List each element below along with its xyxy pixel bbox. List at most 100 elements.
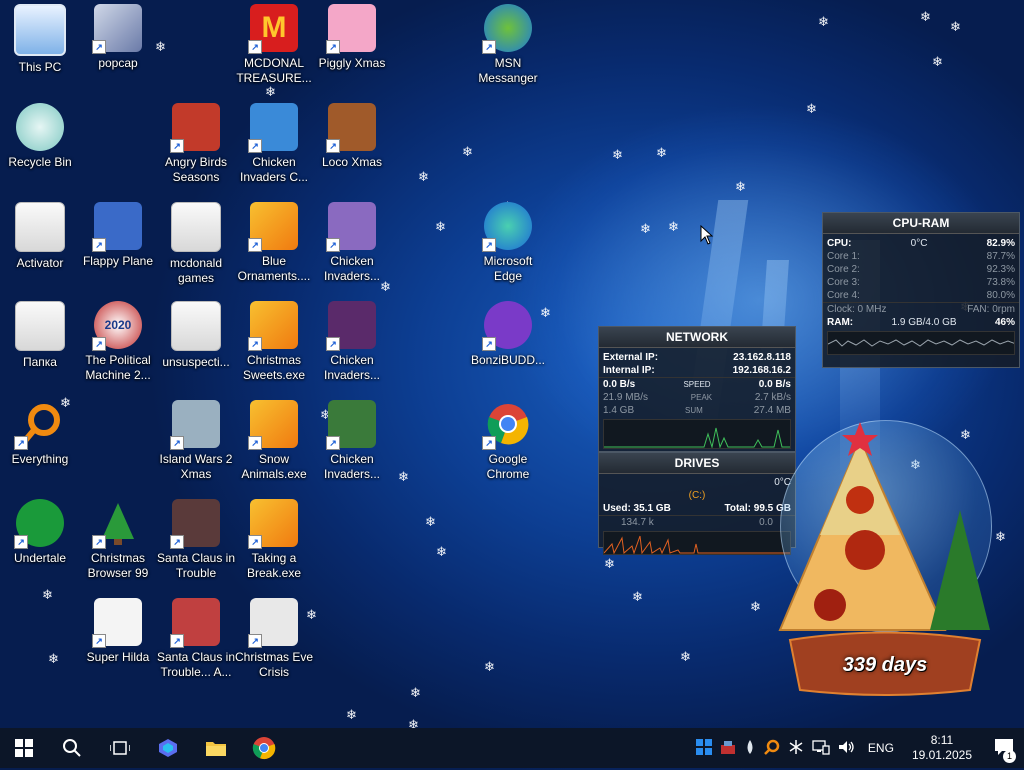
snowflake-icon: ❄ [640,221,651,236]
network-status-icon[interactable] [812,739,830,758]
snowflake-icon: ❄ [425,514,436,529]
shortcut-arrow-icon: ↗ [14,535,28,549]
desktop-icon-unsuspecting[interactable]: unsuspecti... [156,301,236,396]
bear-icon: ↗ [326,103,376,153]
msn-icon: ↗ [482,4,532,54]
desktop-icon-bonzibuddy[interactable]: ↗ BonziBUDD... [468,301,548,396]
drive-graph [603,531,791,555]
countdown-globe[interactable]: 339 days [770,400,1000,700]
desktop-icon-label: Activator [16,256,64,270]
tray-droplet-icon[interactable] [744,739,756,758]
snowflake-icon: ❄ [750,599,761,614]
everything-icon: ↗ [14,400,64,450]
volume-icon[interactable] [838,739,856,758]
start-button[interactable] [0,728,48,768]
snowflake-icon: ❄ [656,145,667,160]
core-value: 80.0% [986,290,1015,301]
desktop-icon-mcdonald-games[interactable]: mcdonald games [156,202,236,297]
desktop-icon-taking-a-break[interactable]: ↗ Taking a Break.exe [234,499,314,594]
folder-icon [206,742,226,756]
desktop-icon-christmas-sweets[interactable]: ↗ Christmas Sweets.exe [234,301,314,396]
clock-row: Clock: 0 MHz FAN: 0rpm [823,302,1019,316]
desktop-icon-loco-xmas[interactable]: ↗ Loco Xmas [312,103,392,198]
tray-snowflake-icon[interactable] [788,739,804,758]
search-button[interactable] [48,728,96,768]
desktop-icon-microsoft-edge[interactable]: ↗ Microsoft Edge [468,202,548,297]
desktop-icon-santa-claus-in-trouble[interactable]: ↗ Santa Claus in Trouble [156,499,236,594]
desktop-icon-undertale[interactable]: ↗ Undertale [0,499,80,594]
system-tray: ENG 8:11 19.01.2025 1 [692,728,1024,768]
snowman-icon: ↗ [248,103,298,153]
drive-io-row: 134.7 k 0.0 [599,515,795,529]
snowflake-icon: ❄ [484,659,495,674]
network-widget[interactable]: NETWORK External IP: 23.162.8.118 Interna… [598,326,796,452]
drives-widget[interactable]: DRIVES 0°C (C:) Used: 35.1 GB Total: 99.5… [598,452,796,555]
desktop-icon-christmas-eve-crisis[interactable]: ↗ Christmas Eve Crisis [234,598,314,693]
desktop-icon-label: Blue Ornaments.... [237,254,311,283]
desktop-icon-label: Christmas Browser 99 [87,551,149,580]
snowflake-icon: ❄ [48,651,59,666]
desktop-icon-recycle-bin[interactable]: Recycle Bin [0,103,80,198]
snowflake-icon: ❄ [410,685,421,700]
internal-ip-row: Internal IP: 192.168.16.2 [599,364,795,377]
desktop-icon-flappy-plane[interactable]: ↗ Flappy Plane [78,202,158,297]
desktop-icon-msn-messenger[interactable]: ↗ MSN Messanger [468,4,548,99]
drive-name-row: (C:) [599,489,795,502]
desktop-icon-chicken-invaders-3[interactable]: ↗ Chicken Invaders... [312,400,392,495]
tray-windows-icon[interactable] [695,738,712,758]
notification-badge: 1 [1003,749,1016,763]
drive-read: 134.7 k [621,517,654,528]
task-view-button[interactable] [96,728,144,768]
clock[interactable]: 8:11 19.01.2025 [908,733,976,763]
file-explorer-button[interactable] [192,728,240,768]
desktop-icon-label: Chicken Invaders... [323,452,381,481]
desktop-icon-popcap[interactable]: ↗ popcap [78,4,158,99]
shortcut-arrow-icon: ↗ [170,436,184,450]
snowflake-icon: ❄ [612,147,623,162]
copilot-button[interactable] [144,728,192,768]
tray-app-icon[interactable] [720,739,736,758]
folder-icon [15,301,65,351]
core-row: Core 3: 73.8% [823,276,1019,289]
desktop-icon-snow-animals[interactable]: ↗ Snow Animals.exe [234,400,314,495]
desktop-icon-angry-birds-seasons[interactable]: ↗ Angry Birds Seasons [156,103,236,198]
snowflake-icon: ❄ [806,101,817,116]
puzzle-icon: ↗ [248,301,298,351]
drive-used: Used: 35.1 GB [603,503,671,514]
speed-row: 0.0 B/s SPEED 0.0 B/s [599,377,795,391]
core-row: Core 4: 80.0% [823,289,1019,302]
desktop-icon-piggly-xmas[interactable]: ↗ Piggly Xmas [312,4,392,99]
shortcut-arrow-icon: ↗ [248,139,262,153]
puzzle-icon: ↗ [248,202,298,252]
desktop-icon-christmas-browser-99[interactable]: ↗ Christmas Browser 99 [78,499,158,594]
desktop-icon-chicken-invaders-c[interactable]: ↗ Chicken Invaders C... [234,103,314,198]
desktop-icon-google-chrome[interactable]: ↗ Google Chrome [468,400,548,495]
core-value: 92.3% [986,264,1015,275]
speed-down: 0.0 B/s [603,379,636,390]
desktop-icon-island-wars-2-xmas[interactable]: ↗ Island Wars 2 Xmas [156,400,236,495]
drive-graph-bars [604,535,790,554]
desktop-icon-political-machine[interactable]: 2020 ↗ The Political Machine 2... [78,301,158,396]
desktop-icon-everything[interactable]: ↗ Everything [0,400,80,495]
desktop-icon-label: This PC [18,60,62,74]
desktop-icon-activator[interactable]: Activator [0,202,80,297]
cpu-ram-widget[interactable]: CPU-RAM CPU: 0°C 82.9% Core 1: 87.7% Core… [822,212,1020,368]
tray-everything-icon[interactable] [764,739,780,758]
desktop-icon-blue-ornaments[interactable]: ↗ Blue Ornaments.... [234,202,314,297]
peak-row: 21.9 MB/s PEAK 2.7 kB/s [599,391,795,404]
desktop-icon-label: The Political Machine 2... [85,353,151,382]
cpu-label: CPU: [827,238,852,249]
desktop-icon-this-pc[interactable]: This PC [0,4,80,99]
desktop-icon-chicken-invaders-2[interactable]: ↗ Chicken Invaders... [312,301,392,396]
desktop-icon-papka-folder[interactable]: Папка [0,301,80,396]
snowflake-icon: ❄ [818,14,829,29]
chrome-taskbar-button[interactable] [240,728,288,768]
desktop-icon-chicken-invaders-1[interactable]: ↗ Chicken Invaders... [312,202,392,297]
desktop-icon-super-hilda[interactable]: ↗ Super Hilda [78,598,158,693]
desktop-icon-mcdonald-treasure[interactable]: M ↗ MCDONAL TREASURE... [234,4,314,99]
desktop-icon-santa-claus-in-trouble-a[interactable]: ↗ Santa Claus in Trouble... A... [156,598,236,693]
desktop-icon-label: unsuspecti... [162,355,230,369]
drive-usage-row: Used: 35.1 GB Total: 99.5 GB [599,502,795,515]
notification-center-button[interactable]: 1 [994,738,1016,763]
language-indicator[interactable]: ENG [868,741,894,755]
